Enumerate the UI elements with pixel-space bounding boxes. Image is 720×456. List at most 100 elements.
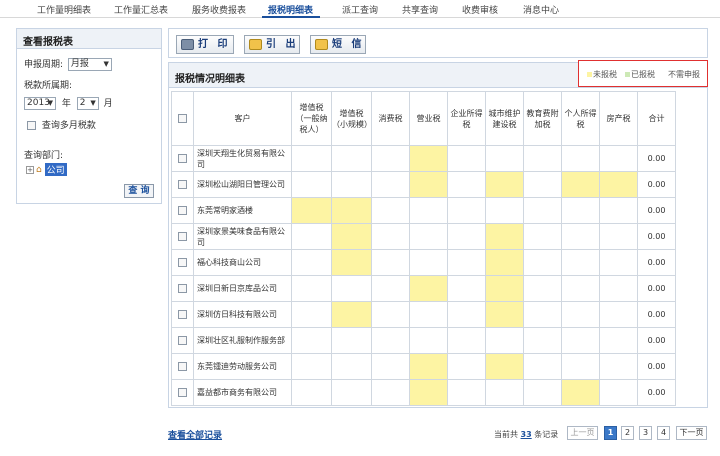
col-header-property-tax[interactable]: 房产税 — [599, 91, 638, 146]
tax-cell-property-tax[interactable] — [599, 275, 638, 302]
tax-cell-corporate-income-tax[interactable] — [447, 249, 486, 276]
row-checkbox[interactable] — [178, 310, 187, 319]
tax-cell-vat-general[interactable] — [291, 301, 332, 328]
record-count-value[interactable]: 33 — [521, 430, 532, 439]
tax-cell-urban-construction-tax[interactable] — [485, 197, 524, 224]
tax-cell-consumption-tax[interactable] — [371, 275, 410, 302]
table-row[interactable]: 福心科技商山公司 0.00 — [171, 249, 676, 276]
tax-cell-vat-general[interactable] — [291, 197, 332, 224]
col-header-business-tax[interactable]: 营业税 — [409, 91, 448, 146]
row-checkbox[interactable] — [178, 258, 187, 267]
multi-month-checkbox[interactable] — [27, 121, 36, 130]
table-row[interactable]: 东莞常明家酒楼 0.00 — [171, 197, 676, 224]
customer-cell[interactable]: 深圳日新日京库品公司 — [193, 275, 292, 302]
tax-cell-corporate-income-tax[interactable] — [447, 197, 486, 224]
tax-cell-education-surcharge[interactable] — [523, 327, 562, 354]
tax-cell-property-tax[interactable] — [599, 327, 638, 354]
tax-cell-urban-construction-tax[interactable] — [485, 171, 524, 198]
tax-cell-education-surcharge[interactable] — [523, 379, 562, 406]
tax-cell-consumption-tax[interactable] — [371, 301, 410, 328]
row-checkbox[interactable] — [178, 180, 187, 189]
tax-cell-corporate-income-tax[interactable] — [447, 275, 486, 302]
col-header-corporate-income-tax[interactable]: 企业所得税 — [447, 91, 486, 146]
tax-cell-consumption-tax[interactable] — [371, 197, 410, 224]
tax-cell-urban-construction-tax[interactable] — [485, 249, 524, 276]
tax-cell-consumption-tax[interactable] — [371, 145, 410, 172]
tab-shared-query[interactable]: 共享查询 — [402, 3, 438, 16]
tax-cell-corporate-income-tax[interactable] — [447, 301, 486, 328]
tax-cell-business-tax[interactable] — [409, 327, 448, 354]
tax-cell-vat-general[interactable] — [291, 223, 332, 250]
table-row[interactable]: 深圳松山湖阳日管理公司 0.00 — [171, 171, 676, 198]
tax-cell-urban-construction-tax[interactable] — [485, 145, 524, 172]
tax-cell-education-surcharge[interactable] — [523, 353, 562, 380]
tab-service-fee-report[interactable]: 服务收费报表 — [192, 3, 246, 16]
tax-cell-vat-small[interactable] — [331, 145, 372, 172]
export-button[interactable]: 引 出 — [244, 35, 300, 54]
sms-button[interactable]: 短 信 — [310, 35, 366, 54]
tax-cell-property-tax[interactable] — [599, 197, 638, 224]
tax-cell-urban-construction-tax[interactable] — [485, 223, 524, 250]
tax-cell-personal-income-tax[interactable] — [561, 197, 600, 224]
tax-cell-business-tax[interactable] — [409, 197, 448, 224]
tax-cell-business-tax[interactable] — [409, 145, 448, 172]
page-1-button[interactable]: 1 — [604, 426, 617, 440]
tax-cell-urban-construction-tax[interactable] — [485, 379, 524, 406]
tax-cell-vat-small[interactable] — [331, 301, 372, 328]
tax-cell-personal-income-tax[interactable] — [561, 223, 600, 250]
tax-cell-vat-small[interactable] — [331, 327, 372, 354]
tax-cell-property-tax[interactable] — [599, 353, 638, 380]
tax-cell-business-tax[interactable] — [409, 171, 448, 198]
customer-cell[interactable]: 深圳家景美味食品有限公司 — [193, 223, 292, 250]
tax-cell-personal-income-tax[interactable] — [561, 301, 600, 328]
table-row[interactable]: 深圳日新日京库品公司 0.00 — [171, 275, 676, 302]
page-2-button[interactable]: 2 — [621, 426, 634, 440]
col-header-vat-general[interactable]: 增值税（一般纳税人） — [291, 91, 332, 146]
tax-cell-urban-construction-tax[interactable] — [485, 301, 524, 328]
tax-cell-vat-small[interactable] — [331, 171, 372, 198]
tax-cell-vat-small[interactable] — [331, 353, 372, 380]
row-checkbox[interactable] — [178, 206, 187, 215]
tax-cell-property-tax[interactable] — [599, 249, 638, 276]
tax-cell-property-tax[interactable] — [599, 171, 638, 198]
table-row[interactable]: 深圳天翔生化贸易有限公司 0.00 — [171, 145, 676, 172]
tax-cell-consumption-tax[interactable] — [371, 353, 410, 380]
table-row[interactable]: 深圳壮区礼服制作服务部 0.00 — [171, 327, 676, 354]
tax-cell-business-tax[interactable] — [409, 301, 448, 328]
col-header-customer[interactable]: 客户 — [193, 91, 292, 146]
tax-cell-property-tax[interactable] — [599, 223, 638, 250]
row-checkbox[interactable] — [178, 362, 187, 371]
table-row[interactable]: 深圳仿日科技有限公司 0.00 — [171, 301, 676, 328]
customer-cell[interactable]: 嘉益都市商务有限公司 — [193, 379, 292, 406]
tax-cell-urban-construction-tax[interactable] — [485, 327, 524, 354]
tax-cell-consumption-tax[interactable] — [371, 379, 410, 406]
tax-cell-vat-general[interactable] — [291, 379, 332, 406]
tax-cell-consumption-tax[interactable] — [371, 223, 410, 250]
query-button[interactable]: 查 询 — [124, 184, 154, 198]
tax-cell-vat-general[interactable] — [291, 249, 332, 276]
tax-cell-personal-income-tax[interactable] — [561, 275, 600, 302]
col-header-urban-construction-tax[interactable]: 城市维护建设税 — [485, 91, 524, 146]
customer-cell[interactable]: 深圳仿日科技有限公司 — [193, 301, 292, 328]
table-row[interactable]: 深圳家景美味食品有限公司 0.00 — [171, 223, 676, 250]
tax-cell-personal-income-tax[interactable] — [561, 249, 600, 276]
customer-cell[interactable]: 东莞镭迪劳动服务公司 — [193, 353, 292, 380]
customer-cell[interactable]: 深圳松山湖阳日管理公司 — [193, 171, 292, 198]
tab-message-center[interactable]: 消息中心 — [523, 3, 559, 16]
tax-cell-personal-income-tax[interactable] — [561, 327, 600, 354]
tax-cell-corporate-income-tax[interactable] — [447, 145, 486, 172]
tax-cell-corporate-income-tax[interactable] — [447, 379, 486, 406]
customer-cell[interactable]: 深圳天翔生化贸易有限公司 — [193, 145, 292, 172]
tax-cell-business-tax[interactable] — [409, 275, 448, 302]
tax-cell-education-surcharge[interactable] — [523, 223, 562, 250]
tax-cell-vat-general[interactable] — [291, 353, 332, 380]
tax-cell-vat-general[interactable] — [291, 327, 332, 354]
tax-cell-corporate-income-tax[interactable] — [447, 171, 486, 198]
row-checkbox[interactable] — [178, 336, 187, 345]
tax-cell-property-tax[interactable] — [599, 379, 638, 406]
table-row[interactable]: 东莞镭迪劳动服务公司 0.00 — [171, 353, 676, 380]
tax-cell-education-surcharge[interactable] — [523, 249, 562, 276]
month-select[interactable]: 2 ▼ — [76, 97, 99, 110]
tax-cell-property-tax[interactable] — [599, 301, 638, 328]
customer-cell[interactable]: 东莞常明家酒楼 — [193, 197, 292, 224]
